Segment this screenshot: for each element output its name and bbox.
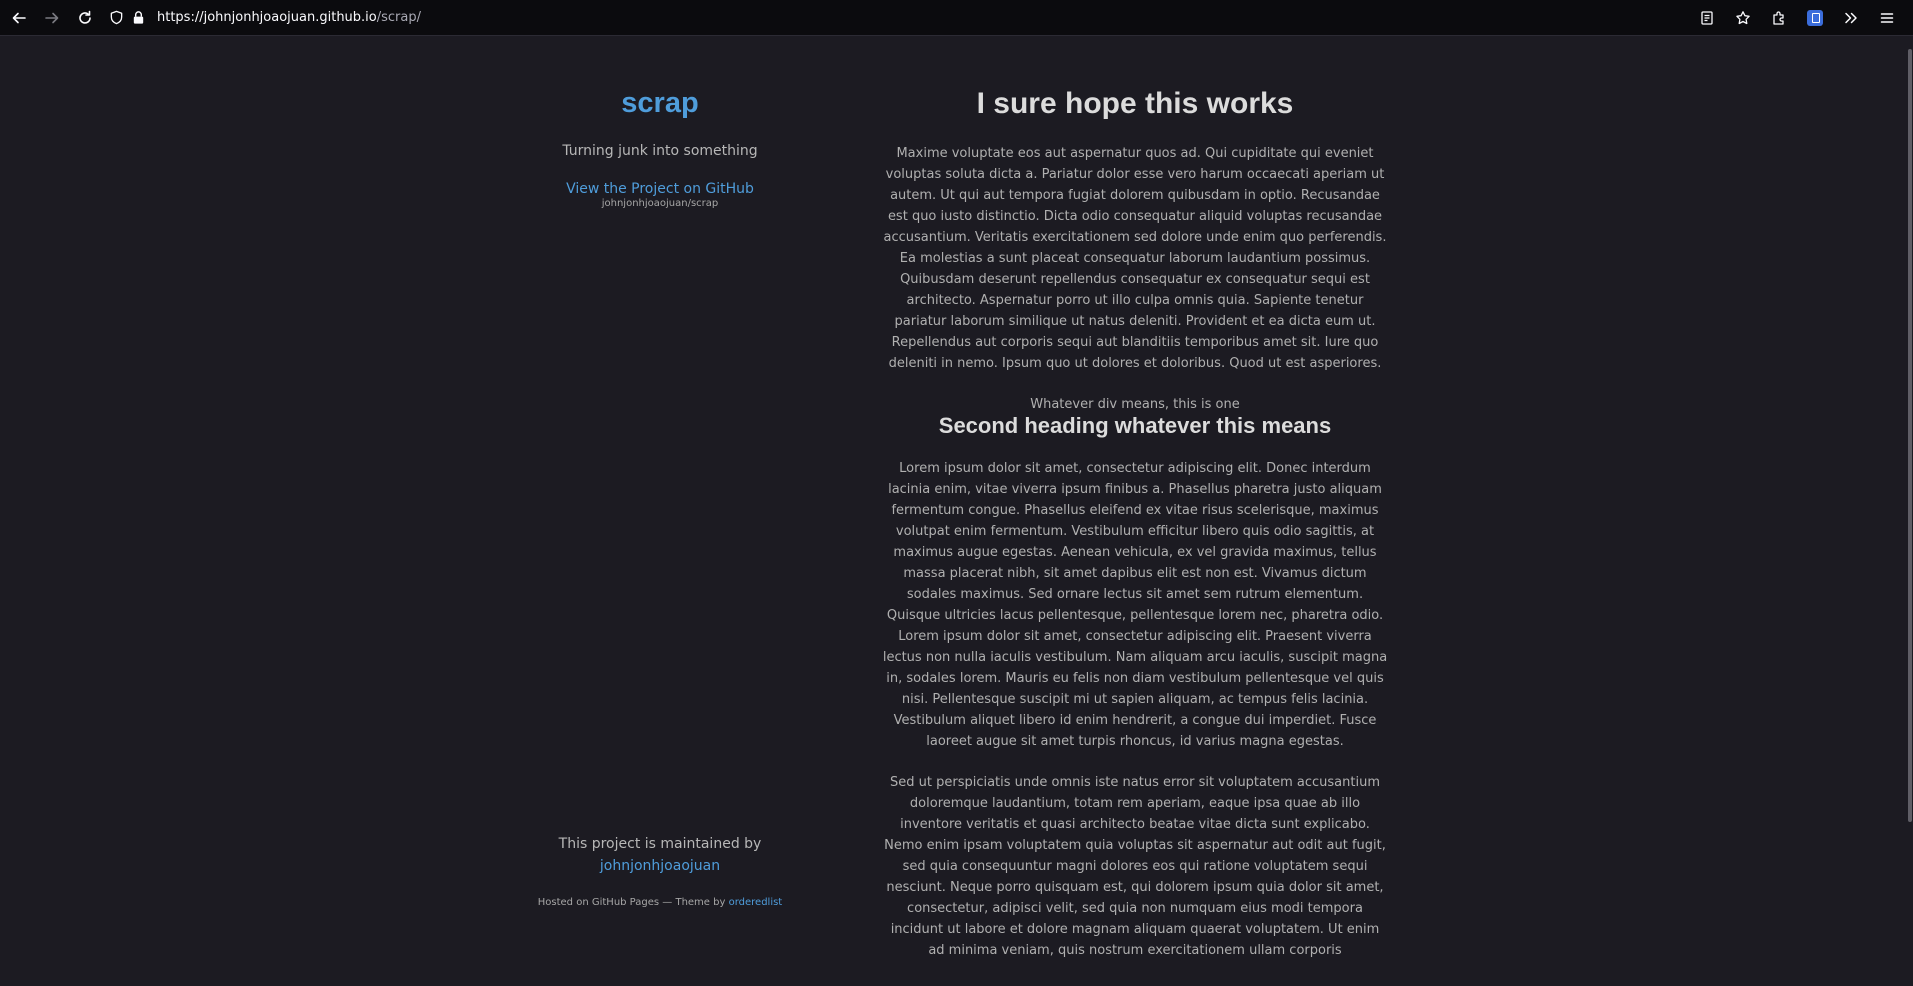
extensions-icon[interactable] xyxy=(1765,4,1793,32)
maintained-by-text: This project is maintained by xyxy=(558,836,762,852)
scrollbar-thumb[interactable] xyxy=(1908,49,1912,822)
menu-icon[interactable] xyxy=(1873,4,1901,32)
reload-icon[interactable] xyxy=(71,4,99,32)
div-text: Whatever div means, this is one xyxy=(1030,397,1240,412)
sidebar-header: scrap Turning junk into something View t… xyxy=(500,89,820,210)
heading-2: Second heading whatever this means xyxy=(938,413,1332,438)
overflow-chevrons-icon[interactable] xyxy=(1837,4,1865,32)
back-icon[interactable] xyxy=(5,4,33,32)
url-text[interactable]: https://johnjonhjoaojuan.github.io/scrap… xyxy=(157,10,421,25)
toolbar-right-actions xyxy=(1685,4,1901,32)
bookmark-star-icon[interactable] xyxy=(1729,4,1757,32)
extension-badge-icon[interactable] xyxy=(1801,4,1829,32)
view-on-github-link[interactable]: View the Project on GitHub xyxy=(500,181,820,197)
paragraph-1: Maxime voluptate eos aut aspernatur quos… xyxy=(883,146,1387,371)
main-content: I sure hope this works Maxime voluptate … xyxy=(882,89,1388,961)
site-title-link[interactable]: scrap xyxy=(621,89,698,118)
shield-icon[interactable] xyxy=(105,4,127,32)
hosted-prefix: Hosted on GitHub Pages — Theme by xyxy=(537,897,726,908)
url-host: https://johnjonhjoaojuan.github.io xyxy=(157,10,377,25)
reader-view-icon[interactable] xyxy=(1693,4,1721,32)
theme-author-link[interactable]: orderedlist xyxy=(729,897,783,908)
page-viewport: scrap Turning junk into something View t… xyxy=(0,37,1913,986)
paragraph-2: Lorem ipsum dolor sit amet, consectetur … xyxy=(882,461,1388,749)
forward-icon[interactable] xyxy=(38,4,66,32)
page-scrollbar[interactable] xyxy=(1907,37,1913,986)
github-repo-name: johnjonhjoaojuan/scrap xyxy=(601,198,719,209)
hosted-on-text: Hosted on GitHub Pages — Theme by ordere… xyxy=(500,897,820,908)
heading-1: I sure hope this works xyxy=(976,87,1294,120)
sidebar-footer: This project is maintained by johnjonhjo… xyxy=(500,834,820,908)
maintainer-link[interactable]: johnjonhjoaojuan xyxy=(600,856,720,877)
url-path: /scrap/ xyxy=(376,10,421,25)
address-bar[interactable]: https://johnjonhjoaojuan.github.io/scrap… xyxy=(105,4,421,32)
site-tagline: Turning junk into something xyxy=(562,143,758,159)
browser-toolbar: https://johnjonhjoaojuan.github.io/scrap… xyxy=(0,0,1913,36)
lock-icon[interactable] xyxy=(127,4,149,32)
paragraph-3: Sed ut perspiciatis unde omnis iste natu… xyxy=(884,775,1386,958)
